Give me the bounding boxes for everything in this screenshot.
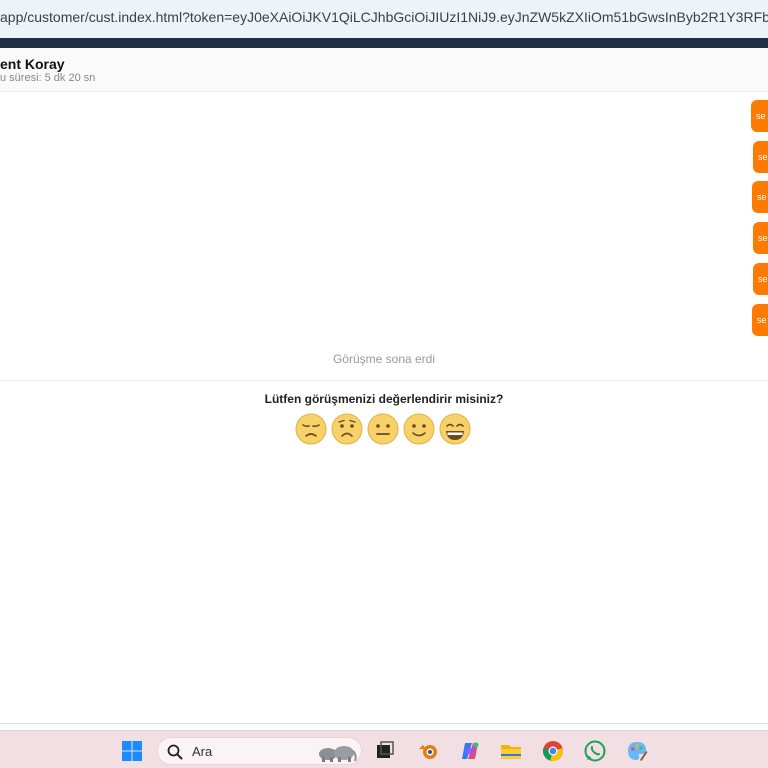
address-bar[interactable]: app/customer/cust.index.html?token=eyJ0e… [0, 0, 768, 38]
top-nav-band [0, 38, 768, 48]
search-label: Ara [192, 744, 213, 759]
taskbar: Ara [0, 730, 768, 768]
agent-name: ent Koray [0, 56, 65, 72]
copilot-icon[interactable] [459, 740, 481, 762]
blender-icon[interactable] [417, 740, 439, 762]
chat-duration: u süresi: 5 dk 20 sn [0, 72, 96, 84]
taskbar-search-box[interactable]: Ara [157, 737, 362, 765]
happy-emoji-icon[interactable] [403, 413, 435, 445]
file-explorer-icon[interactable] [500, 740, 522, 762]
whatsapp-icon[interactable] [584, 740, 606, 762]
side-button-6[interactable]: se [752, 304, 768, 336]
very-sad-emoji-icon[interactable] [295, 413, 327, 445]
neutral-emoji-icon[interactable] [367, 413, 399, 445]
rating-emojis [295, 413, 475, 447]
content-bottom-line [0, 723, 768, 724]
side-button-3[interactable]: se [752, 181, 768, 213]
side-button-5[interactable]: se [753, 263, 768, 295]
chrome-icon[interactable] [542, 740, 564, 762]
windows-start-icon[interactable] [121, 740, 143, 762]
paint-icon[interactable] [626, 740, 648, 762]
side-button-1[interactable]: se [751, 100, 768, 132]
chat-ended-message: Görüşme sona erdi [332, 352, 436, 366]
rating-title: Lütfen görüşmenizi değerlendirir misiniz… [264, 392, 504, 406]
chat-header: ent Koray u süresi: 5 dk 20 sn [0, 48, 768, 92]
task-view-icon[interactable] [374, 740, 396, 762]
url-text[interactable]: app/customer/cust.index.html?token=eyJ0e… [0, 9, 768, 25]
divider [0, 380, 768, 381]
search-icon [167, 744, 183, 760]
sad-emoji-icon[interactable] [331, 413, 363, 445]
elephants-art-icon [319, 746, 357, 762]
very-happy-emoji-icon[interactable] [439, 413, 471, 445]
side-button-2[interactable]: se [753, 141, 768, 173]
side-button-4[interactable]: se [753, 222, 768, 254]
